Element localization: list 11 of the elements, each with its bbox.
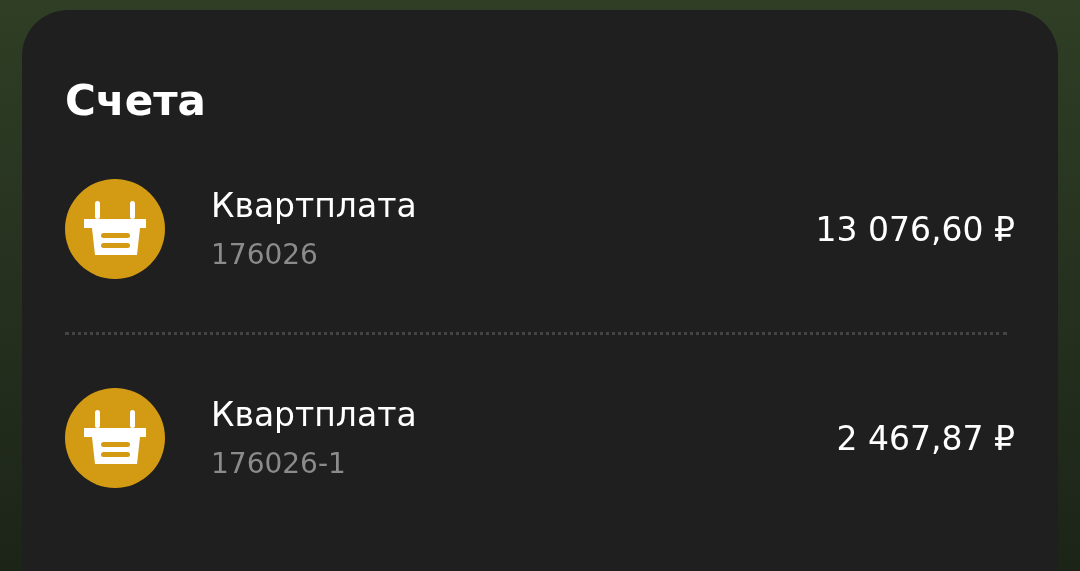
account-name: Квартплата xyxy=(211,395,418,435)
basket-icon xyxy=(65,179,165,279)
basket-icon xyxy=(65,388,165,488)
account-row[interactable]: Квартплата 176026-1 2 467,87 ₽ xyxy=(65,335,1015,541)
account-number: 176026 xyxy=(211,238,319,272)
account-balance: 2 467,87 ₽ xyxy=(836,418,1015,458)
account-row[interactable]: Квартплата 176026 13 076,60 ₽ xyxy=(65,126,1015,332)
account-number: 176026-1 xyxy=(211,447,347,481)
section-title: Счета xyxy=(65,75,207,126)
account-name: Квартплата xyxy=(211,186,418,226)
account-balance: 13 076,60 ₽ xyxy=(815,209,1015,249)
